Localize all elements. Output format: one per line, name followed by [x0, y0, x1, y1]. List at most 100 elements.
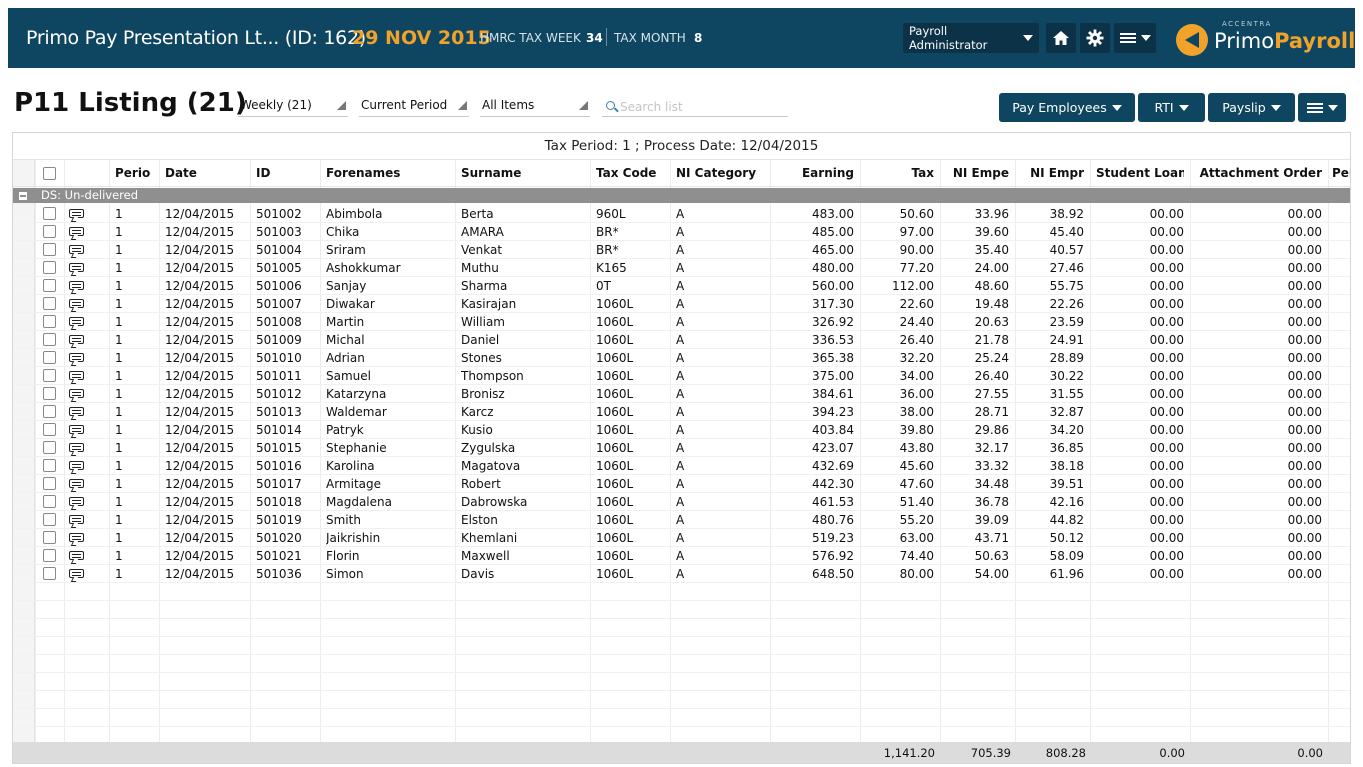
row-checkbox[interactable]: [43, 405, 56, 418]
list-menu-button[interactable]: [1298, 93, 1346, 122]
row-checkbox[interactable]: [43, 423, 56, 436]
column-header-ni-empe[interactable]: NI Empe: [946, 160, 1009, 187]
comment-icon[interactable]: [69, 299, 84, 308]
column-header-date[interactable]: Date: [165, 160, 243, 187]
row-checkbox[interactable]: [43, 315, 56, 328]
pay-employees-button[interactable]: Pay Employees: [999, 93, 1135, 122]
row-checkbox[interactable]: [43, 207, 56, 220]
group-row[interactable]: DS: Un-delivered: [13, 188, 1350, 203]
cell-student-loan: 00.00: [1149, 261, 1184, 275]
column-header-attachment-order[interactable]: Attachment Order: [1196, 160, 1322, 187]
table-row[interactable]: 1 12/04/2015 501021 Florin Maxwell 1060L A 576.…: [13, 547, 1350, 565]
cell-period: 1: [115, 477, 123, 491]
column-header-per[interactable]: Per: [1332, 160, 1350, 187]
comment-icon[interactable]: [69, 227, 84, 236]
comment-icon[interactable]: [69, 479, 84, 488]
comment-icon[interactable]: [69, 497, 84, 506]
row-checkbox[interactable]: [43, 567, 56, 580]
comment-icon[interactable]: [69, 209, 84, 218]
collapse-icon[interactable]: [19, 192, 27, 200]
row-checkbox[interactable]: [43, 531, 56, 544]
comment-icon[interactable]: [69, 533, 84, 542]
column-header-forenames[interactable]: Forenames: [326, 160, 449, 187]
company-name[interactable]: Primo Pay Presentation Lt... (ID: 162): [26, 27, 366, 49]
cell-surname: Stones: [461, 351, 502, 365]
row-checkbox[interactable]: [43, 243, 56, 256]
comment-icon[interactable]: [69, 389, 84, 398]
column-header-tax-code[interactable]: Tax Code: [596, 160, 664, 187]
row-checkbox[interactable]: [43, 279, 56, 292]
table-row[interactable]: 1 12/04/2015 501015 Stephanie Zygulska 1060L A…: [13, 439, 1350, 457]
comment-icon[interactable]: [69, 335, 84, 344]
comment-icon[interactable]: [69, 443, 84, 452]
row-checkbox[interactable]: [43, 495, 56, 508]
table-row[interactable]: 1 12/04/2015 501009 Michal Daniel 1060L A 336.5…: [13, 331, 1350, 349]
row-checkbox[interactable]: [43, 513, 56, 526]
row-checkbox[interactable]: [43, 477, 56, 490]
comment-icon[interactable]: [69, 353, 84, 362]
cell-tax-code: 1060L: [596, 315, 634, 329]
comment-icon[interactable]: [69, 407, 84, 416]
column-header-period[interactable]: Period: [115, 160, 151, 187]
main-menu-button[interactable]: [1114, 23, 1156, 53]
frequency-filter[interactable]: Weekly (21): [238, 97, 348, 117]
rti-button[interactable]: RTI: [1138, 93, 1205, 122]
comment-icon[interactable]: [69, 515, 84, 524]
column-header-ni-empr[interactable]: NI Empr: [1021, 160, 1084, 187]
row-checkbox[interactable]: [43, 549, 56, 562]
row-checkbox[interactable]: [43, 369, 56, 382]
column-header-id[interactable]: ID: [256, 160, 314, 187]
table-row[interactable]: 1 12/04/2015 501020 Jaikrishin Khemlani 1060L…: [13, 529, 1350, 547]
table-row[interactable]: 1 12/04/2015 501016 Karolina Magatova 1060L A 4…: [13, 457, 1350, 475]
comment-icon[interactable]: [69, 317, 84, 326]
row-checkbox[interactable]: [43, 333, 56, 346]
comment-icon[interactable]: [69, 245, 84, 254]
row-checkbox[interactable]: [43, 225, 56, 238]
comment-icon[interactable]: [69, 371, 84, 380]
table-row[interactable]: 1 12/04/2015 501004 Sriram Venkat BR* A 465.00 9…: [13, 241, 1350, 259]
row-checkbox[interactable]: [43, 441, 56, 454]
comment-icon[interactable]: [69, 569, 84, 578]
table-row[interactable]: 1 12/04/2015 501005 Ashokkumar Muthu K165 A 480…: [13, 259, 1350, 277]
column-header-student-loan[interactable]: Student Loan: [1096, 160, 1184, 187]
select-all-checkbox[interactable]: [43, 167, 56, 180]
comment-icon[interactable]: [69, 281, 84, 290]
comment-icon[interactable]: [69, 425, 84, 434]
column-header-tax[interactable]: Tax: [866, 160, 934, 187]
column-header-earning[interactable]: Earning: [776, 160, 854, 187]
column-header-surname[interactable]: Surname: [461, 160, 584, 187]
comment-icon[interactable]: [69, 263, 84, 272]
table-row[interactable]: 1 12/04/2015 501036 Simon Davis 1060L A 648.50 8…: [13, 565, 1350, 583]
table-row[interactable]: 1 12/04/2015 501011 Samuel Thompson 1060L A 375…: [13, 367, 1350, 385]
row-checkbox[interactable]: [43, 261, 56, 274]
table-row[interactable]: 1 12/04/2015 501019 Smith Elston 1060L A 480.76…: [13, 511, 1350, 529]
comment-icon[interactable]: [69, 461, 84, 470]
table-row[interactable]: 1 12/04/2015 501018 Magdalena Dabrowska 1060L…: [13, 493, 1350, 511]
row-checkbox[interactable]: [43, 351, 56, 364]
cell-ni-empr: 45.40: [1049, 225, 1084, 239]
items-filter[interactable]: All Items: [480, 97, 590, 117]
row-checkbox[interactable]: [43, 387, 56, 400]
table-row[interactable]: 1 12/04/2015 501008 Martin William 1060L A 326.…: [13, 313, 1350, 331]
home-button[interactable]: [1046, 23, 1076, 53]
payslip-button[interactable]: Payslip: [1208, 93, 1295, 122]
table-row[interactable]: 1 12/04/2015 501013 Waldemar Karcz 1060L A 394.…: [13, 403, 1350, 421]
table-row[interactable]: 1 12/04/2015 501002 Abimbola Berta 960L A 483.0…: [13, 205, 1350, 223]
table-row[interactable]: 1 12/04/2015 501017 Armitage Robert 1060L A 442…: [13, 475, 1350, 493]
table-row[interactable]: 1 12/04/2015 501003 Chika AMARA BR* A 485.00 97.…: [13, 223, 1350, 241]
role-dropdown[interactable]: Payroll Administrator: [903, 23, 1039, 53]
column-header-ni-category[interactable]: NI Category: [676, 160, 764, 187]
comment-icon[interactable]: [69, 551, 84, 560]
table-row[interactable]: 1 12/04/2015 501007 Diwakar Kasirajan 1060L A 3…: [13, 295, 1350, 313]
settings-button[interactable]: [1080, 23, 1110, 53]
table-row[interactable]: 1 12/04/2015 501012 Katarzyna Bronisz 1060L A 3…: [13, 385, 1350, 403]
table-row[interactable]: 1 12/04/2015 501014 Patryk Kusio 1060L A 403.84…: [13, 421, 1350, 439]
cell-student-loan: 00.00: [1149, 405, 1184, 419]
row-checkbox[interactable]: [43, 297, 56, 310]
table-row[interactable]: 1 12/04/2015 501006 Sanjay Sharma 0T A 560.00 11…: [13, 277, 1350, 295]
period-filter[interactable]: Current Period: [359, 97, 469, 117]
row-checkbox[interactable]: [43, 459, 56, 472]
search-input[interactable]: [620, 97, 785, 116]
cell-ni-empe: 28.71: [974, 405, 1009, 419]
table-row[interactable]: 1 12/04/2015 501010 Adrian Stones 1060L A 365.3…: [13, 349, 1350, 367]
